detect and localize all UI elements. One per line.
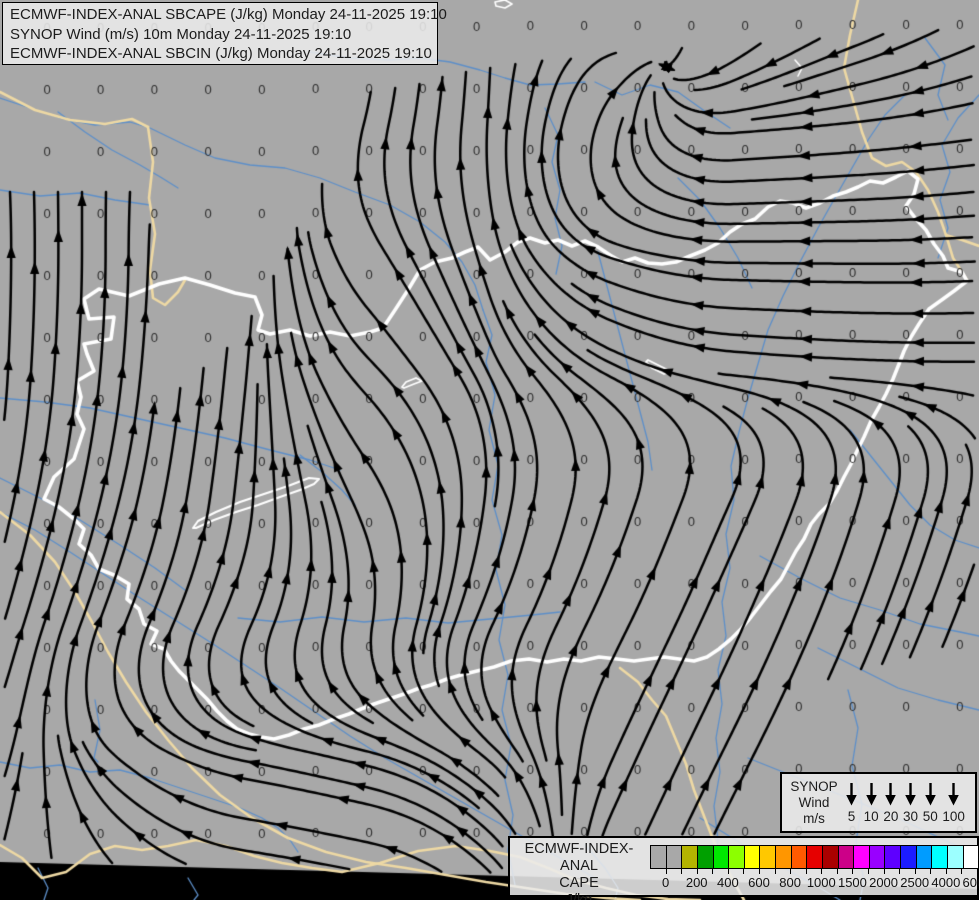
- title-line-sbcape: ECMWF-INDEX-ANAL SBCAPE (J/kg) Monday 24…: [10, 6, 447, 23]
- cape-tick-label: 2000: [869, 875, 899, 890]
- cape-tick-label: 600: [748, 875, 770, 890]
- cape-color-cell: [728, 846, 744, 868]
- wind-legend-parameter: Wind: [798, 794, 830, 810]
- weather-map-page: ECMWF-INDEX-ANAL SBCAPE (J/kg) Monday 24…: [0, 0, 979, 900]
- cape-colorbar-ticks: 0 200 400 600 800 100015002000250040006000: [650, 869, 979, 893]
- map-canvas: [0, 0, 979, 900]
- cape-tick: [665, 869, 667, 874]
- cape-color-cell: [790, 846, 807, 868]
- cape-color-cell: [915, 846, 932, 868]
- cape-color-cell: [868, 846, 885, 868]
- wind-speed-value: 30: [903, 808, 919, 824]
- cape-color-cell: [665, 846, 682, 868]
- wind-legend-units: m/s: [803, 810, 825, 826]
- cape-tick-label: 4000: [931, 875, 961, 890]
- cape-tick: [821, 869, 823, 874]
- cape-tick: [743, 869, 745, 874]
- cape-colorbar: [650, 845, 979, 869]
- cape-legend-units: J/kg: [565, 892, 593, 900]
- cape-tick: [836, 869, 838, 874]
- cape-legend-product: ECMWF-INDEX-ANAL: [524, 841, 634, 874]
- cape-color-cell: [946, 846, 963, 868]
- cape-tick: [961, 869, 963, 874]
- wind-speed-value: 10: [863, 808, 879, 824]
- cape-legend: ECMWF-INDEX-ANAL CAPE J/kg 0 200 400 600 800…: [508, 836, 979, 900]
- cape-tick: [681, 869, 683, 874]
- cape-tick: [899, 869, 901, 874]
- wind-speed-column: 5: [844, 782, 859, 824]
- cape-tick-label: 200: [685, 875, 708, 890]
- cape-tick-label: 1500: [837, 875, 867, 890]
- cape-color-cell: [759, 846, 775, 868]
- cape-color-cell: [962, 846, 979, 868]
- wind-speed-column: 50: [923, 782, 938, 824]
- down-arrow-icon: [885, 782, 897, 805]
- wind-legend-labels: SYNOP Wind m/s: [788, 779, 840, 827]
- wind-speed-value: 5: [847, 808, 856, 824]
- cape-color-cell: [743, 846, 760, 868]
- cape-tick-label: 6000: [962, 875, 979, 890]
- down-arrow-icon: [948, 782, 959, 805]
- cape-color-cell: [931, 846, 947, 868]
- down-arrow-icon: [846, 782, 857, 805]
- cape-tick: [945, 869, 947, 874]
- wind-speed-value: 20: [883, 808, 899, 824]
- down-arrow-icon: [905, 782, 916, 805]
- cape-tick: [727, 869, 729, 874]
- cape-tick-label: 0: [661, 875, 670, 890]
- title-line-wind: SYNOP Wind (m/s) 10m Monday 24-11-2025 1…: [10, 25, 352, 43]
- cape-tick-label: 400: [716, 875, 739, 890]
- cape-color-cell: [696, 846, 713, 868]
- wind-legend: SYNOP Wind m/s 5 10 20 30 50 100: [780, 772, 977, 833]
- wind-speed-value: 50: [922, 808, 938, 824]
- cape-tick-label: 2500: [900, 875, 930, 890]
- wind-legend-product: SYNOP: [790, 778, 838, 794]
- cape-tick: [868, 869, 869, 874]
- cape-color-cell: [837, 846, 854, 868]
- cape-tick: [805, 869, 807, 874]
- cape-tick: [790, 869, 792, 874]
- title-box: ECMWF-INDEX-ANAL SBCAPE (J/kg) Monday 24…: [2, 2, 447, 65]
- cape-tick: [759, 869, 760, 874]
- cape-color-cell: [884, 846, 900, 868]
- cape-color-cell: [853, 846, 869, 868]
- wind-speed-column: 30: [903, 782, 918, 824]
- down-arrow-icon: [865, 782, 877, 805]
- cape-tick: [930, 869, 932, 874]
- cape-tick: [696, 869, 698, 874]
- wind-speed-column: 20: [883, 782, 898, 824]
- wind-speed-column: 100: [942, 782, 965, 824]
- cape-tick: [712, 869, 714, 874]
- cape-color-cell: [806, 846, 822, 868]
- cape-tick: [852, 869, 854, 874]
- wind-speed-value: 100: [942, 808, 965, 824]
- cape-legend-parameter: CAPE: [559, 875, 599, 891]
- title-line-sbcin: ECMWF-INDEX-ANAL SBCIN (J/kg) Monday 24-…: [10, 45, 432, 62]
- cape-tick: [883, 869, 885, 874]
- down-arrow-icon: [924, 782, 936, 805]
- cape-color-cell: [681, 846, 697, 868]
- cape-color-cell: [712, 846, 729, 868]
- cape-tick-label: 800: [779, 875, 801, 890]
- cape-color-cell: [651, 846, 666, 868]
- cape-color-cell: [775, 846, 791, 868]
- cape-color-cell: [900, 846, 916, 868]
- cape-legend-labels: ECMWF-INDEX-ANAL CAPE J/kg: [510, 841, 648, 900]
- cape-tick: [774, 869, 776, 874]
- wind-legend-scale: 5 10 20 30 50 100: [840, 782, 969, 824]
- cape-tick-label: 1000: [806, 875, 836, 890]
- cape-tick: [977, 869, 978, 874]
- wind-speed-column: 10: [864, 782, 879, 824]
- cape-tick: [914, 869, 916, 874]
- cape-color-cell: [821, 846, 838, 868]
